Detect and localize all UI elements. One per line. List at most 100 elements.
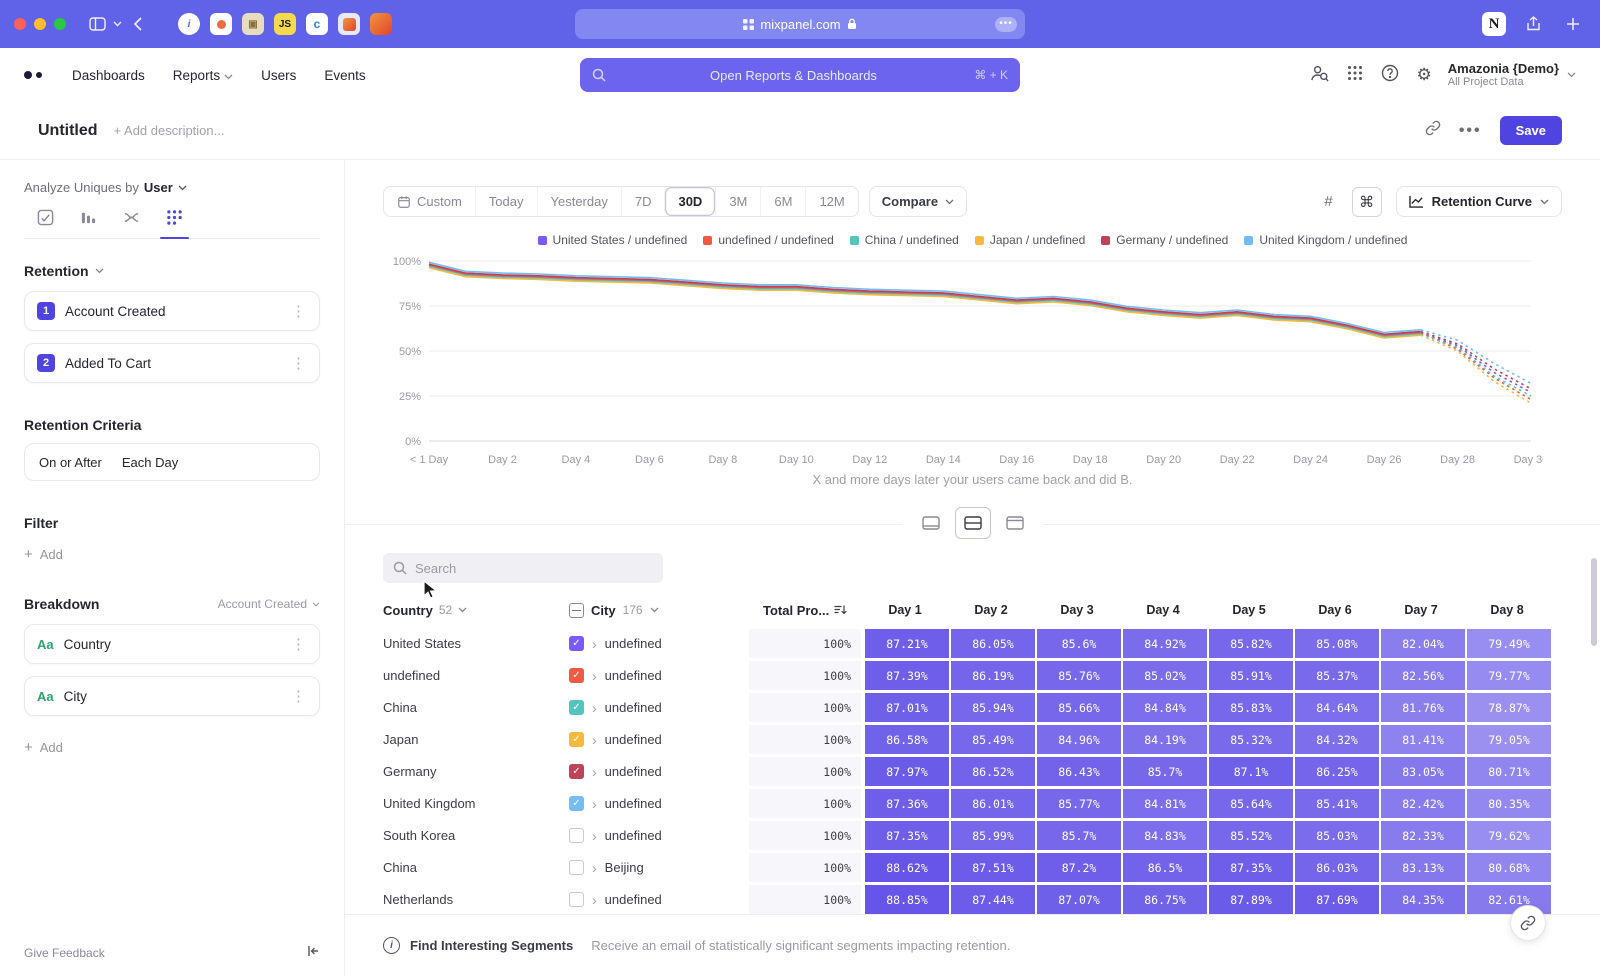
expand-row-icon[interactable]: › (592, 637, 597, 651)
mixpanel-logo[interactable] (24, 71, 42, 79)
breakdown-property[interactable]: Country (64, 637, 111, 652)
global-search-input[interactable]: Open Reports & Dashboards ⌘ + K (580, 58, 1020, 92)
give-feedback-link[interactable]: Give Feedback (24, 946, 105, 960)
expand-row-icon[interactable]: › (592, 765, 597, 779)
retention-cell[interactable]: 84.19% (1123, 725, 1207, 754)
retention-cell[interactable]: 84.84% (1123, 693, 1207, 722)
window-close-button[interactable] (14, 18, 26, 30)
column-header-day-6[interactable]: Day 6 (1293, 603, 1377, 617)
compare-button[interactable]: Compare (869, 186, 967, 217)
browser-sidebar-toggle[interactable] (84, 11, 110, 37)
retention-cell[interactable]: 80.71% (1467, 757, 1551, 786)
save-button[interactable]: Save (1500, 116, 1562, 145)
extension-c-icon[interactable]: c (306, 13, 328, 35)
extension-flame-icon[interactable] (370, 13, 392, 35)
column-header-day-8[interactable]: Day 8 (1465, 603, 1549, 617)
retention-cell[interactable]: 87.35% (1209, 853, 1293, 882)
date-range-today[interactable]: Today (475, 187, 537, 216)
more-options-icon[interactable]: ••• (1459, 122, 1482, 140)
nav-reports[interactable]: Reports (173, 68, 233, 83)
column-header-total[interactable]: Total Pro... (749, 603, 863, 618)
retention-cell[interactable]: 87.01% (865, 693, 949, 722)
retention-cell[interactable]: 85.32% (1209, 725, 1293, 754)
row-checkbox[interactable]: ✓ (569, 764, 584, 779)
retention-cell[interactable]: 82.42% (1381, 789, 1465, 818)
retention-cell[interactable]: 88.62% (865, 853, 949, 882)
kebab-menu-icon[interactable]: ⋮ (291, 354, 307, 372)
step-card-1[interactable]: 1 Account Created ⋮ (24, 291, 320, 331)
column-header-day-7[interactable]: Day 7 (1379, 603, 1463, 617)
add-filter-button[interactable]: + Add (24, 547, 320, 562)
retention-cell[interactable]: 85.83% (1209, 693, 1293, 722)
retention-cell[interactable]: 79.62% (1467, 821, 1551, 850)
criteria-condition[interactable]: On or After (39, 455, 102, 470)
date-range-3m[interactable]: 3M (715, 187, 760, 216)
retention-cell[interactable]: 85.94% (951, 693, 1035, 722)
window-minimize-button[interactable] (34, 18, 46, 30)
retention-cell[interactable]: 79.49% (1467, 629, 1551, 658)
report-title[interactable]: Untitled (38, 122, 98, 140)
retention-cell[interactable]: 85.7% (1123, 757, 1207, 786)
nav-dashboards[interactable]: Dashboards (72, 68, 145, 83)
retention-cell[interactable]: 87.2% (1037, 853, 1121, 882)
user-lookup-icon[interactable] (1310, 64, 1329, 87)
retention-cell[interactable]: 85.64% (1209, 789, 1293, 818)
retention-cell[interactable]: 87.89% (1209, 885, 1293, 914)
expand-row-icon[interactable]: › (592, 669, 597, 683)
retention-cell[interactable]: 87.39% (865, 661, 949, 690)
breakdown-card-country[interactable]: Aa Country ⋮ (24, 624, 320, 664)
date-range-7d[interactable]: 7D (621, 187, 665, 216)
column-header-city[interactable]: — City 176 (569, 603, 749, 618)
retention-cell[interactable]: 85.02% (1123, 661, 1207, 690)
new-tab-icon[interactable] (1560, 11, 1586, 37)
column-header-country[interactable]: Country 52 (383, 603, 569, 618)
footer-title[interactable]: Find Interesting Segments (410, 938, 573, 953)
retention-cell[interactable]: 84.35% (1381, 885, 1465, 914)
retention-cell[interactable]: 78.87% (1467, 693, 1551, 722)
window-zoom-button[interactable] (54, 18, 66, 30)
retention-cell[interactable]: 86.19% (951, 661, 1035, 690)
retention-cell[interactable]: 85.82% (1209, 629, 1293, 658)
nav-events[interactable]: Events (324, 68, 365, 83)
retention-cell[interactable]: 86.25% (1295, 757, 1379, 786)
retention-cell[interactable]: 87.36% (865, 789, 949, 818)
step-card-2[interactable]: 2 Added To Cart ⋮ (24, 343, 320, 383)
row-checkbox[interactable]: ✓ (569, 668, 584, 683)
retention-cell[interactable]: 83.13% (1381, 853, 1465, 882)
retention-cell[interactable]: 86.03% (1295, 853, 1379, 882)
retention-cell[interactable]: 86.43% (1037, 757, 1121, 786)
column-header-day-2[interactable]: Day 2 (949, 603, 1033, 617)
expand-row-icon[interactable]: › (592, 733, 597, 747)
retention-cell[interactable]: 84.32% (1295, 725, 1379, 754)
retention-cell[interactable]: 85.37% (1295, 661, 1379, 690)
date-range-12m[interactable]: 12M (805, 187, 857, 216)
column-header-day-4[interactable]: Day 4 (1121, 603, 1205, 617)
retention-cell[interactable]: 82.04% (1381, 629, 1465, 658)
view-toggle-table-only[interactable] (997, 507, 1033, 539)
view-toggle-chart-only[interactable] (913, 507, 949, 539)
breakdown-property[interactable]: City (64, 689, 87, 704)
retention-cell[interactable]: 87.51% (951, 853, 1035, 882)
retention-cell[interactable]: 85.99% (951, 821, 1035, 850)
legend-item[interactable]: undefined / undefined (703, 233, 833, 247)
row-checkbox[interactable]: ✓ (569, 732, 584, 747)
expand-row-icon[interactable]: › (592, 701, 597, 715)
breakdown-card-city[interactable]: Aa City ⋮ (24, 676, 320, 716)
expand-row-icon[interactable]: › (592, 829, 597, 843)
extension-mixpanel-icon[interactable] (338, 13, 360, 35)
retention-cell[interactable]: 85.76% (1037, 661, 1121, 690)
back-button[interactable] (124, 11, 150, 37)
retention-cell[interactable]: 81.41% (1381, 725, 1465, 754)
expand-row-icon[interactable]: › (592, 893, 597, 907)
help-icon[interactable] (1381, 64, 1399, 87)
analyze-entity[interactable]: User (144, 180, 173, 195)
retention-cell[interactable]: 86.01% (951, 789, 1035, 818)
select-all-checkbox[interactable]: — (569, 603, 584, 618)
retention-cell[interactable]: 87.44% (951, 885, 1035, 914)
retention-cell[interactable]: 85.77% (1037, 789, 1121, 818)
retention-cell[interactable]: 85.08% (1295, 629, 1379, 658)
retention-cell[interactable]: 81.76% (1381, 693, 1465, 722)
retention-cell[interactable]: 79.77% (1467, 661, 1551, 690)
retention-cell[interactable]: 87.1% (1209, 757, 1293, 786)
legend-item[interactable]: China / undefined (850, 233, 959, 247)
